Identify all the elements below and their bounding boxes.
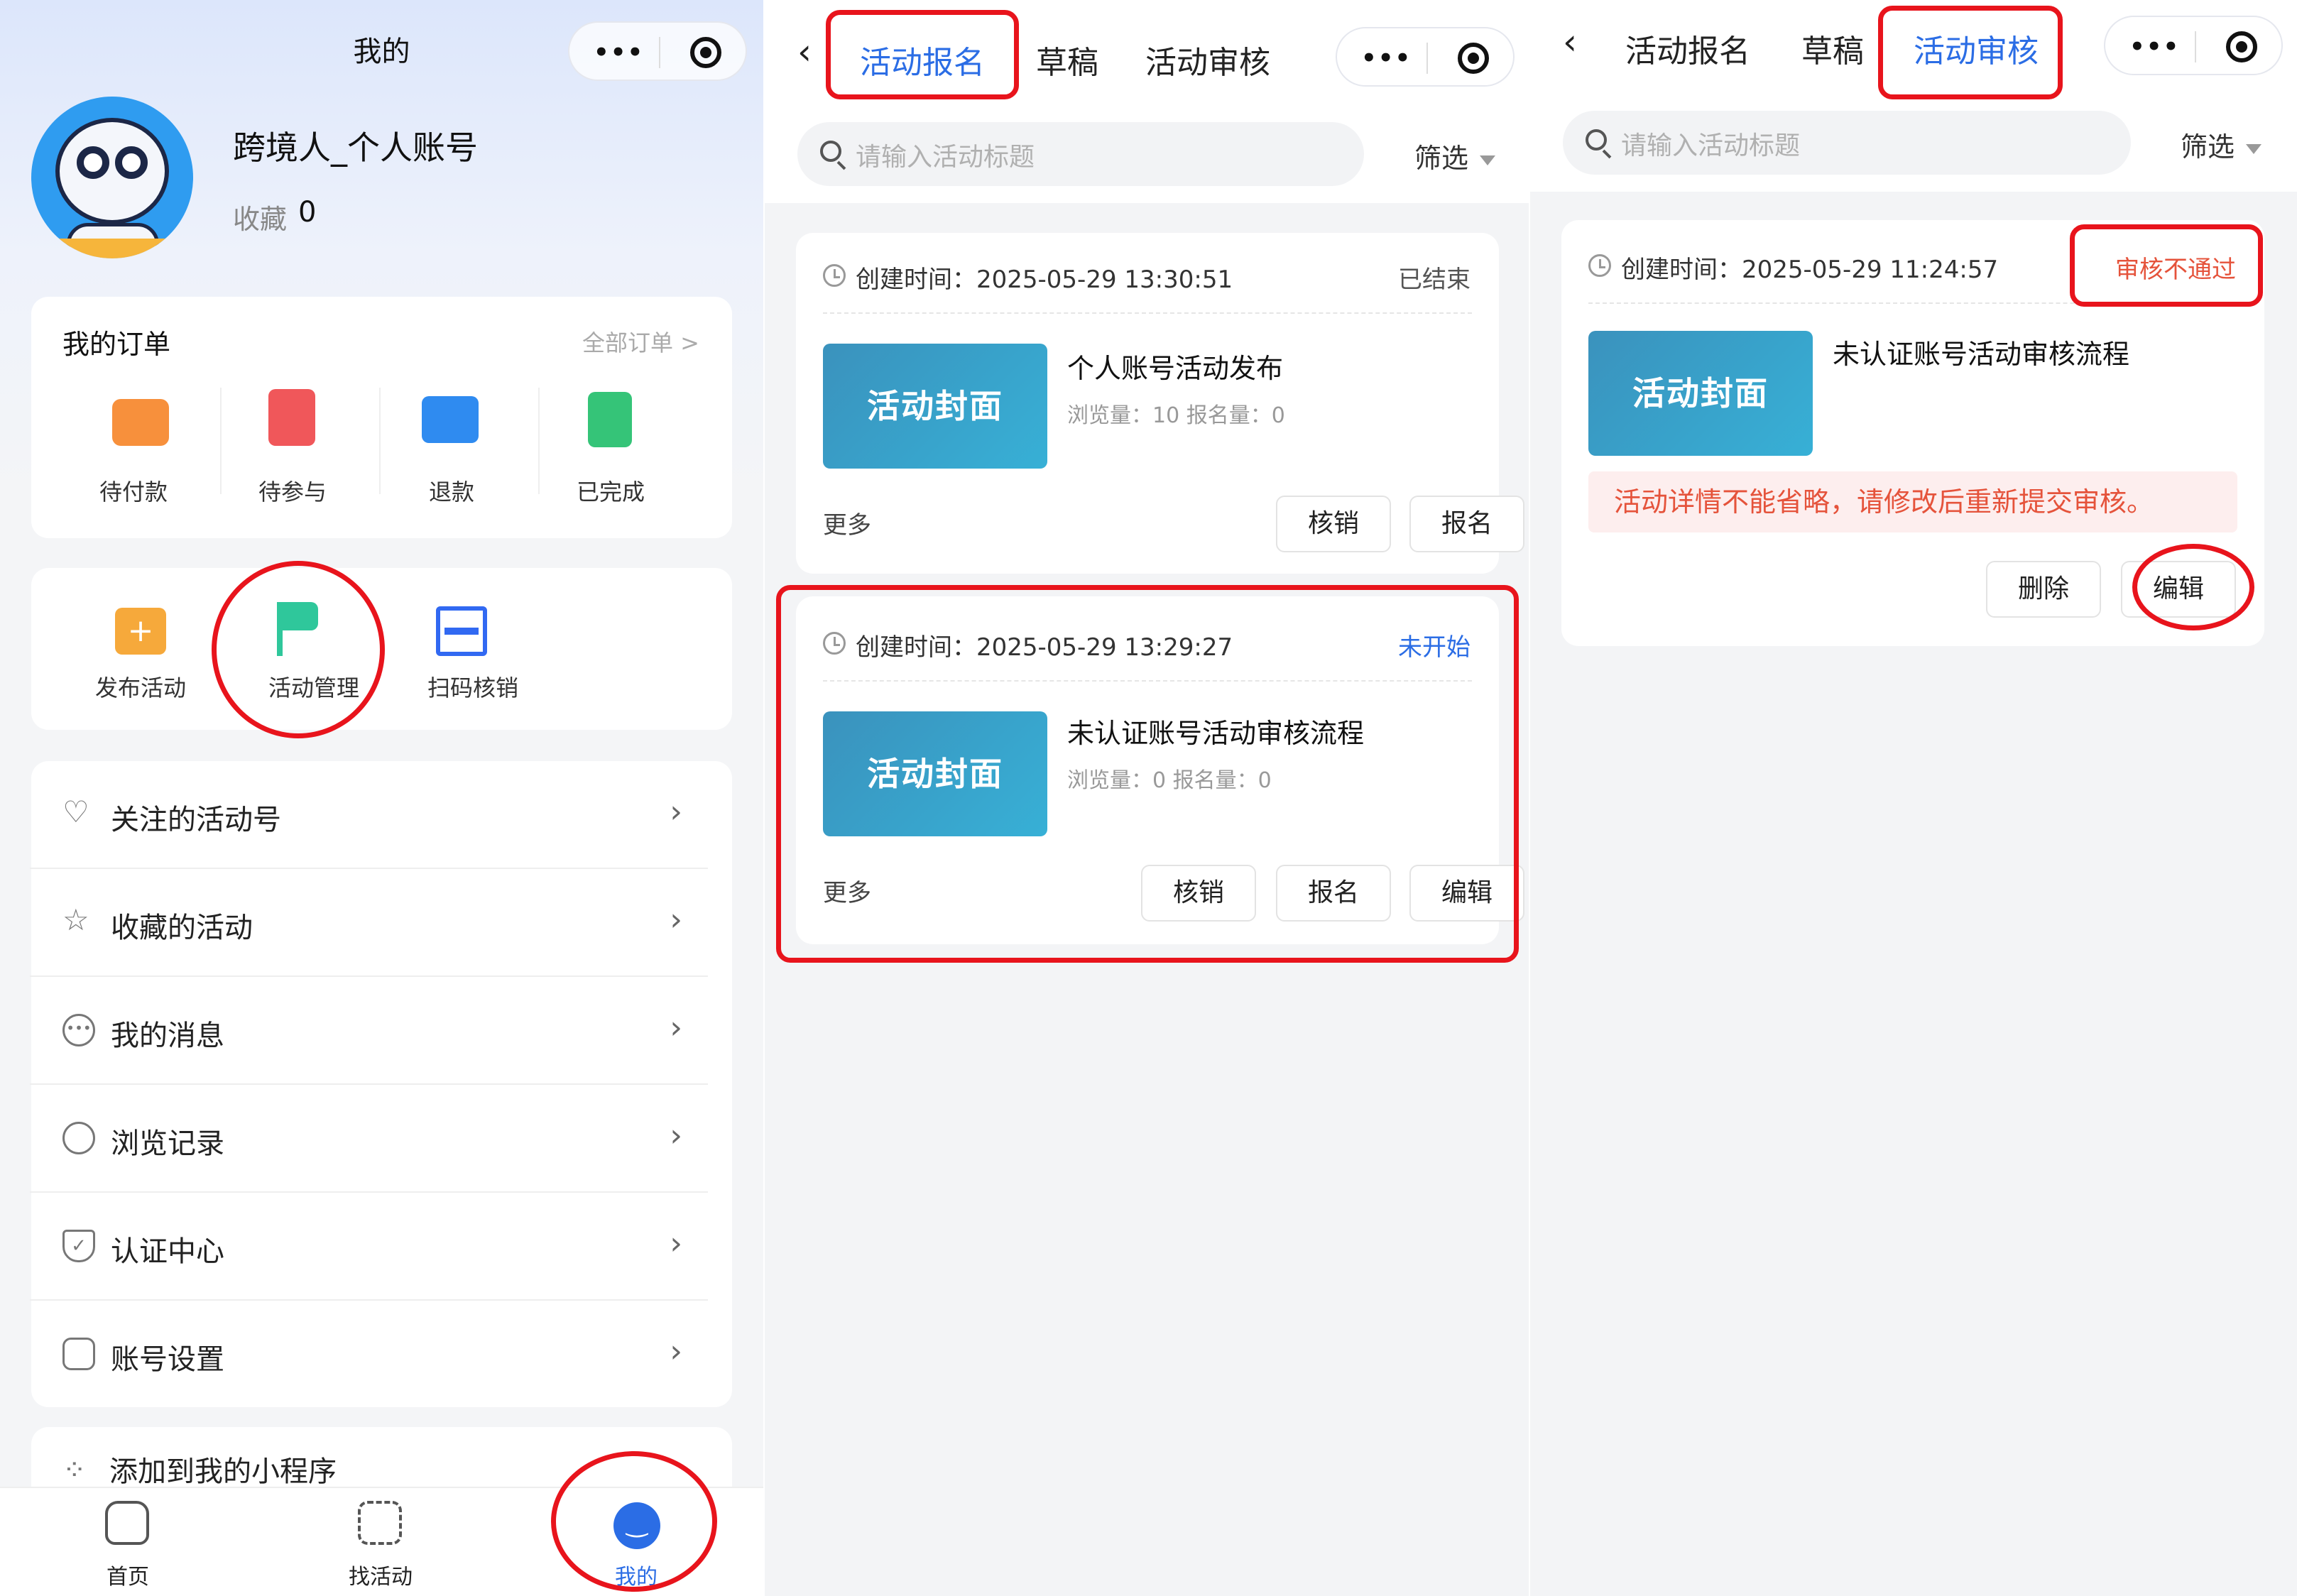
menu-followed-accounts[interactable]: ♡ 关注的活动号 › xyxy=(30,763,708,869)
highlight-activity-card xyxy=(776,585,1519,963)
nav-home[interactable]: 首页 xyxy=(78,1498,178,1590)
activity-title[interactable]: 个人账号活动发布 xyxy=(1067,346,1283,386)
tab-drafts[interactable]: 草稿 xyxy=(1036,37,1098,82)
capsule-menu[interactable]: ••• xyxy=(1336,27,1515,87)
filter-dropdown[interactable]: 筛选 xyxy=(2181,125,2261,164)
clock-icon xyxy=(62,1122,95,1154)
home-icon xyxy=(105,1501,149,1545)
highlight-activity-management xyxy=(212,561,385,738)
order-item-pending-payment[interactable]: 待付款 xyxy=(62,389,204,510)
capsule-menu[interactable]: ••• xyxy=(2104,16,2283,75)
more-icon[interactable]: ••• xyxy=(594,38,644,67)
status-badge: 已结束 xyxy=(1398,266,1471,294)
signup-button[interactable]: 报名 xyxy=(1409,496,1524,552)
chevron-right-icon: › xyxy=(670,1333,682,1370)
chevron-right-icon: › xyxy=(670,1117,682,1154)
created-time: 创建时间：2025-05-29 13:30:51 xyxy=(856,266,1233,294)
user-name: 跨境人_个人账号 xyxy=(233,129,478,167)
calendar-plus-icon: + xyxy=(115,608,166,655)
profile-panel: 我的 ••• 跨境人_个人账号 收藏 0 我的订单 全部订单 > 待付款 待参与… xyxy=(0,0,763,1596)
search-input[interactable]: 请输入活动标题 xyxy=(1563,111,2131,175)
shield-icon: ✓ xyxy=(62,1230,95,1262)
activity-cover[interactable]: 活动封面 xyxy=(1588,331,1813,456)
message-icon: ••• xyxy=(62,1014,95,1046)
chevron-right-icon: › xyxy=(670,794,682,830)
hexagon-gear-icon xyxy=(62,1338,95,1370)
more-icon[interactable]: ••• xyxy=(2129,33,2180,61)
activity-signup-panel: ‹ 活动报名 草稿 活动审核 ••• 请输入活动标题 筛选 创建时间：2025-… xyxy=(763,0,1529,1596)
highlight-nav-mine xyxy=(551,1451,717,1592)
tab-activity-review[interactable]: 活动审核 xyxy=(1145,37,1270,82)
tool-scan-verify[interactable]: 扫码核销 xyxy=(364,585,520,713)
apps-icon: ⁘ xyxy=(62,1454,87,1487)
capsule-menu[interactable]: ••• xyxy=(568,21,747,81)
created-time: 创建时间：2025-05-29 11:24:57 xyxy=(1621,256,1999,284)
reject-reason: 活动详情不能省略，请修改后重新提交审核。 xyxy=(1588,471,2237,532)
tool-publish-activity[interactable]: + 发布活动 xyxy=(31,585,187,713)
delete-button[interactable]: 删除 xyxy=(1986,561,2101,618)
refund-card-icon xyxy=(422,396,479,443)
activity-stats: 浏览量：10 报名量：0 xyxy=(1067,403,1285,428)
orders-title: 我的订单 xyxy=(62,329,171,360)
favorites-count: 0 xyxy=(298,196,317,229)
activity-title[interactable]: 未认证账号活动审核流程 xyxy=(1833,332,2129,371)
highlight-reject-status xyxy=(2070,224,2263,307)
chevron-right-icon: › xyxy=(670,1225,682,1262)
highlight-tab-signup xyxy=(826,10,1019,99)
search-icon xyxy=(1586,129,1607,151)
back-arrow-icon[interactable]: ‹ xyxy=(1563,21,1577,62)
star-icon: ☆ xyxy=(62,902,89,937)
clock-icon xyxy=(1588,254,1611,277)
nav-find-activities[interactable]: 找活动 xyxy=(331,1498,430,1590)
activity-review-panel: ‹ 活动报名 草稿 活动审核 ••• 请输入活动标题 筛选 创建时间：2025-… xyxy=(1529,0,2297,1596)
order-item-completed[interactable]: 已完成 xyxy=(540,389,682,510)
activity-cover[interactable]: 活动封面 xyxy=(823,344,1047,469)
order-item-to-attend[interactable]: 待参与 xyxy=(222,389,364,510)
activity-card: 创建时间：2025-05-29 13:30:51 已结束 活动封面 个人账号活动… xyxy=(796,233,1524,574)
tab-drafts[interactable]: 草稿 xyxy=(1801,26,1864,71)
wallet-icon xyxy=(112,399,169,446)
more-button[interactable]: 更多 xyxy=(823,505,871,540)
close-miniapp-icon[interactable] xyxy=(1458,43,1489,74)
check-clipboard-icon xyxy=(588,392,632,447)
search-input[interactable]: 请输入活动标题 xyxy=(797,122,1364,186)
menu-my-messages[interactable]: ••• 我的消息 › xyxy=(30,978,708,1085)
ticket-icon xyxy=(268,389,315,446)
menu-account-settings[interactable]: 账号设置 › xyxy=(30,1302,708,1409)
chevron-right-icon: › xyxy=(670,1010,682,1046)
all-orders-link[interactable]: 全部订单 > xyxy=(582,325,699,358)
highlight-tab-review xyxy=(1878,6,2063,99)
scan-icon xyxy=(436,606,487,656)
orders-card: 我的订单 全部订单 > 待付款 待参与 退款 已完成 xyxy=(31,297,732,538)
heart-icon: ♡ xyxy=(62,794,89,829)
clock-icon xyxy=(823,264,846,287)
highlight-edit-button xyxy=(2132,544,2254,630)
menu-verification-center[interactable]: ✓ 认证中心 › xyxy=(30,1194,708,1301)
filter-dropdown[interactable]: 筛选 xyxy=(1414,136,1495,175)
chevron-right-icon: › xyxy=(670,902,682,938)
tab-activity-signup[interactable]: 活动报名 xyxy=(1625,26,1750,71)
avatar[interactable] xyxy=(31,97,193,258)
close-miniapp-icon[interactable] xyxy=(2226,31,2257,62)
more-icon[interactable]: ••• xyxy=(1361,44,1412,72)
verify-button[interactable]: 核销 xyxy=(1276,496,1391,552)
menu-browse-history[interactable]: 浏览记录 › xyxy=(30,1086,708,1193)
close-miniapp-icon[interactable] xyxy=(690,37,721,68)
grid-icon xyxy=(358,1501,402,1545)
order-item-refund[interactable]: 退款 xyxy=(381,389,523,510)
favorites-label: 收藏 xyxy=(233,204,288,235)
search-icon xyxy=(820,141,841,162)
menu-saved-activities[interactable]: ☆ 收藏的活动 › xyxy=(30,870,708,977)
back-arrow-icon[interactable]: ‹ xyxy=(797,31,812,72)
